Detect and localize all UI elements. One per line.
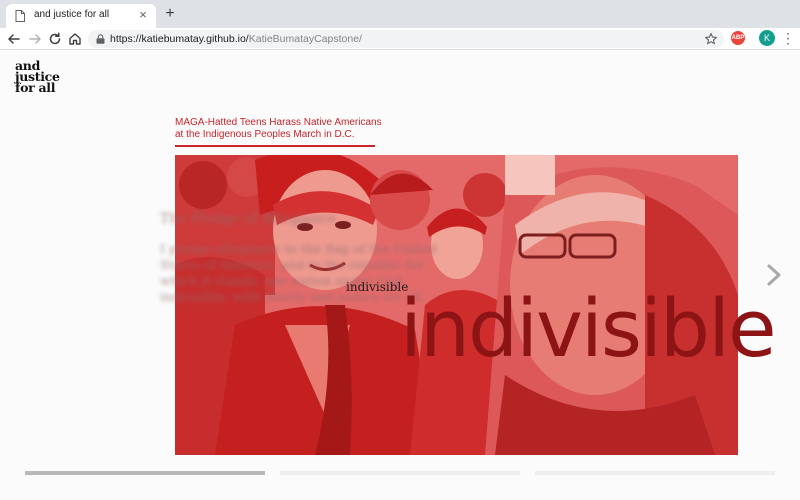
big-indivisible: indivisible xyxy=(400,283,777,375)
star-icon[interactable] xyxy=(704,32,718,46)
close-icon[interactable]: × xyxy=(136,8,150,22)
slide-progress-1[interactable] xyxy=(25,471,265,475)
browser-toolbar: https://katiebumatay.github.io/KatieBuma… xyxy=(0,28,800,50)
tab-strip: and justice for all × + xyxy=(0,0,800,28)
url-path: KatieBumatayCapstone/ xyxy=(248,33,362,45)
more-menu-icon[interactable]: ⋮ xyxy=(781,30,795,46)
address-bar[interactable]: https://katiebumatay.github.io/KatieBuma… xyxy=(88,30,724,48)
small-indivisible: indivisible xyxy=(346,280,409,294)
slide-progress-3[interactable] xyxy=(535,471,775,475)
slide-progress-2[interactable] xyxy=(280,471,520,475)
logo-line: for all xyxy=(15,80,56,95)
page-content: and justice for all MAGA-Hatted Teens Ha… xyxy=(0,51,800,500)
slide-headline[interactable]: MAGA-Hatted Teens Harass Native American… xyxy=(175,117,385,141)
page-icon xyxy=(15,10,25,22)
tab-title: and justice for all xyxy=(34,9,110,20)
chevron-right-icon[interactable] xyxy=(765,263,783,287)
blurred-title: The Pledge of Allegiance xyxy=(160,211,337,227)
site-logo[interactable]: and justice for all xyxy=(15,59,60,95)
reload-icon[interactable] xyxy=(46,30,64,48)
browser-tab[interactable]: and justice for all × xyxy=(6,4,156,28)
home-icon[interactable] xyxy=(66,30,84,48)
adblock-icon[interactable]: ABP xyxy=(731,31,745,45)
plus-icon[interactable]: + xyxy=(162,6,178,22)
headline-underline xyxy=(175,145,375,147)
lock-icon xyxy=(96,34,105,44)
forward-arrow-icon[interactable] xyxy=(26,30,44,48)
progress-fill xyxy=(25,471,265,475)
back-arrow-icon[interactable] xyxy=(5,30,23,48)
url-text: https://katiebumatay.github.io/KatieBuma… xyxy=(110,33,362,45)
profile-avatar[interactable]: K xyxy=(759,30,775,46)
url-base: https://katiebumatay.github.io/ xyxy=(110,33,249,45)
